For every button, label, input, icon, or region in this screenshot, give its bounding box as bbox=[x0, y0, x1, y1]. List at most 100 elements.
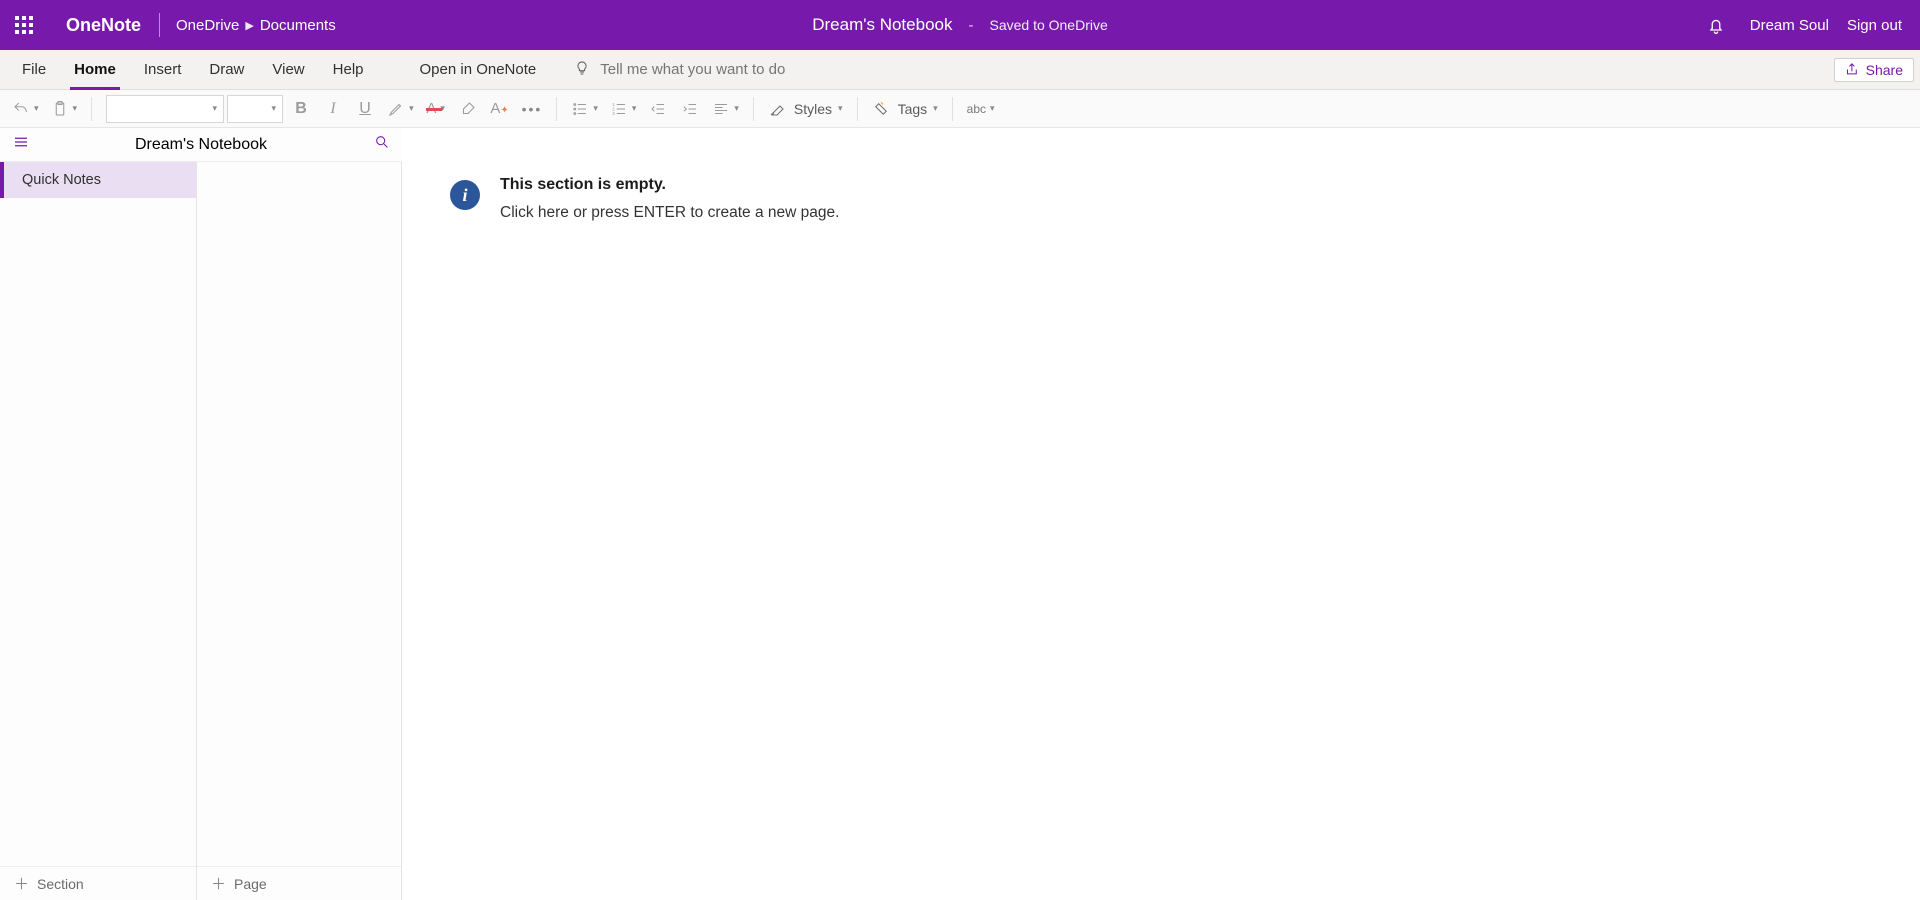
divider bbox=[159, 13, 160, 37]
chevron-down-icon: ▾ bbox=[593, 103, 598, 114]
search-button[interactable] bbox=[374, 134, 390, 155]
font-color-button[interactable]: A ▾ bbox=[422, 95, 450, 123]
user-name[interactable]: Dream Soul bbox=[1750, 17, 1829, 34]
outdent-button[interactable] bbox=[644, 95, 672, 123]
info-icon: i bbox=[450, 180, 480, 210]
app-launcher-button[interactable] bbox=[0, 0, 48, 50]
plus-icon: ＋ bbox=[14, 873, 29, 894]
more-formatting-button[interactable]: ••• bbox=[518, 95, 547, 123]
numbered-list-icon: 123 bbox=[610, 100, 628, 118]
lightbulb-icon bbox=[574, 60, 590, 80]
page-canvas[interactable]: i This section is empty. Click here or p… bbox=[402, 128, 1920, 900]
dash: - bbox=[968, 17, 973, 34]
indent-button[interactable] bbox=[676, 95, 704, 123]
svg-text:3: 3 bbox=[612, 111, 615, 116]
highlight-button[interactable]: ▾ bbox=[383, 95, 418, 123]
clear-formatting-button[interactable]: A✦ bbox=[486, 95, 514, 123]
bold-button[interactable]: B bbox=[287, 95, 315, 123]
breadcrumb[interactable]: OneDrive ▶ Documents bbox=[164, 17, 336, 34]
waffle-icon bbox=[15, 16, 33, 34]
title-bar: OneNote OneDrive ▶ Documents Dream's Not… bbox=[0, 0, 1920, 50]
spellcheck-button[interactable]: abc ▾ bbox=[963, 95, 999, 123]
notebook-title: Dream's Notebook bbox=[812, 15, 952, 35]
search-icon bbox=[374, 134, 390, 150]
pages-list bbox=[197, 162, 401, 866]
notifications-button[interactable] bbox=[1700, 9, 1732, 41]
outdent-icon bbox=[649, 100, 667, 118]
tab-insert[interactable]: Insert bbox=[130, 50, 196, 89]
font-family-select[interactable]: ▾ bbox=[106, 95, 224, 123]
align-button[interactable]: ▾ bbox=[708, 95, 743, 123]
empty-state[interactable]: i This section is empty. Click here or p… bbox=[450, 176, 839, 222]
clear-format-icon: A✦ bbox=[490, 100, 508, 117]
sections-list: Quick Notes bbox=[0, 162, 196, 866]
add-section-button[interactable]: ＋ Section bbox=[0, 866, 196, 900]
numbered-list-button[interactable]: 123▾ bbox=[606, 95, 641, 123]
undo-icon bbox=[12, 100, 30, 118]
tags-button[interactable]: Tags ▾ bbox=[868, 95, 942, 123]
bullet-list-button[interactable]: ▾ bbox=[567, 95, 602, 123]
underline-icon: U bbox=[359, 100, 371, 118]
breadcrumb-item[interactable]: OneDrive bbox=[176, 17, 239, 34]
chevron-down-icon: ▾ bbox=[409, 103, 414, 114]
hamburger-icon bbox=[12, 133, 30, 151]
styles-icon bbox=[768, 100, 786, 118]
save-status: Saved to OneDrive bbox=[989, 17, 1107, 33]
styles-label: Styles bbox=[788, 101, 834, 117]
nav-toggle-button[interactable] bbox=[12, 133, 30, 156]
paintbrush-icon bbox=[459, 100, 477, 118]
tab-file[interactable]: File bbox=[8, 50, 60, 89]
tell-me-input[interactable] bbox=[600, 61, 860, 78]
ribbon-commands: ▾ ▾ ▾ ▾ B I U ▾ A ▾ A✦ ••• ▾ 123▾ ▾ Styl… bbox=[0, 90, 1920, 128]
ellipsis-icon: ••• bbox=[522, 101, 543, 117]
add-page-button[interactable]: ＋ Page bbox=[197, 866, 401, 900]
separator bbox=[556, 97, 557, 121]
title-center: Dream's Notebook - Saved to OneDrive bbox=[812, 15, 1108, 35]
plus-icon: ＋ bbox=[211, 873, 226, 894]
undo-button[interactable]: ▾ bbox=[8, 95, 43, 123]
italic-button[interactable]: I bbox=[319, 95, 347, 123]
font-size-select[interactable]: ▾ bbox=[227, 95, 283, 123]
tell-me-search[interactable] bbox=[574, 50, 860, 89]
separator bbox=[952, 97, 953, 121]
notebook-name[interactable]: Dream's Notebook bbox=[135, 136, 267, 154]
tab-draw[interactable]: Draw bbox=[195, 50, 258, 89]
breadcrumb-item[interactable]: Documents bbox=[260, 17, 336, 34]
tab-open-in-onenote[interactable]: Open in OneNote bbox=[406, 50, 551, 89]
tab-view[interactable]: View bbox=[258, 50, 318, 89]
sections-pane: Quick Notes ＋ Section bbox=[0, 128, 197, 900]
highlighter-icon bbox=[387, 100, 405, 118]
styles-button[interactable]: Styles ▾ bbox=[764, 95, 847, 123]
tab-help[interactable]: Help bbox=[319, 50, 378, 89]
align-left-icon bbox=[712, 100, 730, 118]
chevron-down-icon: ▾ bbox=[34, 103, 39, 114]
section-item[interactable]: Quick Notes bbox=[0, 162, 196, 198]
chevron-right-icon: ▶ bbox=[245, 19, 253, 32]
bold-icon: B bbox=[295, 100, 307, 118]
paste-button[interactable]: ▾ bbox=[47, 95, 82, 123]
spellcheck-icon: abc bbox=[967, 102, 986, 116]
share-icon bbox=[1845, 62, 1860, 77]
separator bbox=[91, 97, 92, 121]
bullet-list-icon bbox=[571, 100, 589, 118]
separator bbox=[857, 97, 858, 121]
notebook-nav-header: Dream's Notebook bbox=[0, 128, 402, 162]
empty-heading: This section is empty. bbox=[500, 176, 839, 194]
chevron-down-icon: ▾ bbox=[272, 103, 277, 114]
app-name: OneNote bbox=[48, 15, 159, 36]
clipboard-icon bbox=[51, 100, 69, 118]
separator bbox=[753, 97, 754, 121]
tab-home[interactable]: Home bbox=[60, 50, 130, 89]
format-painter-button[interactable] bbox=[454, 95, 482, 123]
chevron-down-icon: ▾ bbox=[213, 103, 218, 114]
pages-pane: ＋ Page bbox=[197, 128, 402, 900]
sign-out-link[interactable]: Sign out bbox=[1847, 17, 1902, 34]
workspace: Dream's Notebook Quick Notes ＋ Section ＋… bbox=[0, 128, 1920, 900]
tags-label: Tags bbox=[892, 101, 930, 117]
tag-icon bbox=[872, 100, 890, 118]
italic-icon: I bbox=[330, 100, 335, 118]
underline-button[interactable]: U bbox=[351, 95, 379, 123]
chevron-down-icon: ▾ bbox=[838, 103, 843, 114]
indent-icon bbox=[681, 100, 699, 118]
share-button[interactable]: Share bbox=[1834, 58, 1914, 82]
